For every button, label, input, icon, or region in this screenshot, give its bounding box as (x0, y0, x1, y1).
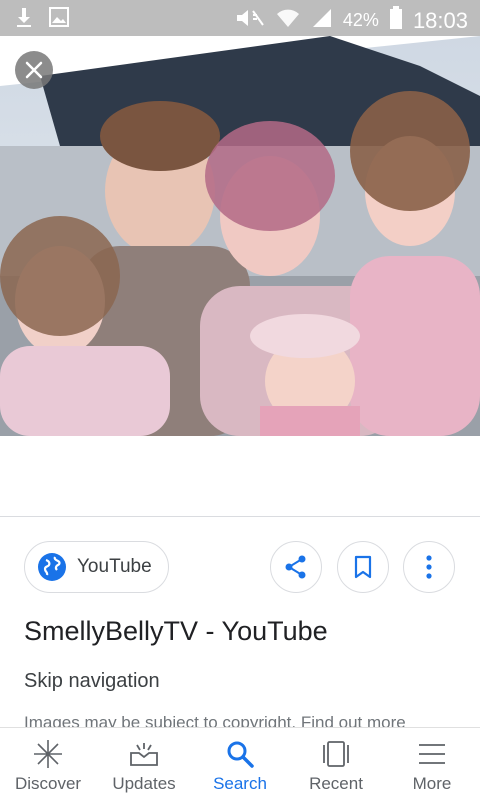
gallery-icon (48, 6, 70, 33)
menu-icon (419, 744, 445, 764)
globe-icon (38, 553, 66, 581)
save-button[interactable] (337, 541, 389, 593)
more-vert-icon (426, 555, 432, 579)
image-preview[interactable] (0, 36, 480, 516)
status-time: 18:03 (412, 7, 468, 33)
share-icon (285, 555, 306, 579)
source-label: YouTube (77, 556, 152, 577)
nav-more[interactable]: More (384, 728, 480, 801)
download-icon (14, 6, 34, 33)
battery-icon (389, 6, 403, 35)
recent-icon (323, 741, 349, 767)
share-button[interactable] (270, 541, 322, 593)
wifi-icon (275, 7, 301, 34)
nav-label: Discover (14, 774, 82, 793)
battery-percent: 42% (342, 10, 379, 30)
search-icon (227, 741, 254, 768)
mute-icon (235, 7, 265, 34)
nav-label: Recent (309, 774, 363, 793)
divider (0, 516, 480, 517)
signal-icon (311, 7, 333, 34)
nav-discover[interactable]: Discover (0, 728, 96, 801)
close-button[interactable] (15, 51, 53, 89)
bottom-nav: Discover Updates Search Recent More (0, 727, 480, 801)
nav-label: Search (213, 774, 267, 793)
close-icon (25, 61, 43, 79)
status-bar: 42% 18:03 (0, 0, 480, 36)
nav-search[interactable]: Search (192, 728, 288, 801)
result-subtitle: Skip navigation (24, 670, 160, 692)
nav-recent[interactable]: Recent (288, 728, 384, 801)
updates-icon (130, 743, 158, 766)
nav-label: More (412, 774, 452, 793)
nav-updates[interactable]: Updates (96, 728, 192, 801)
source-chip[interactable]: YouTube (24, 541, 169, 593)
asterisk-icon (34, 740, 62, 768)
result-title[interactable]: SmellyBellyTV - YouTube (24, 616, 328, 647)
family-photo (0, 36, 480, 436)
copyright-notice[interactable]: Images may be subject to copyright. Find… (24, 713, 480, 727)
nav-label: Updates (112, 774, 176, 793)
more-options-button[interactable] (403, 541, 455, 593)
bookmark-icon (354, 555, 372, 579)
